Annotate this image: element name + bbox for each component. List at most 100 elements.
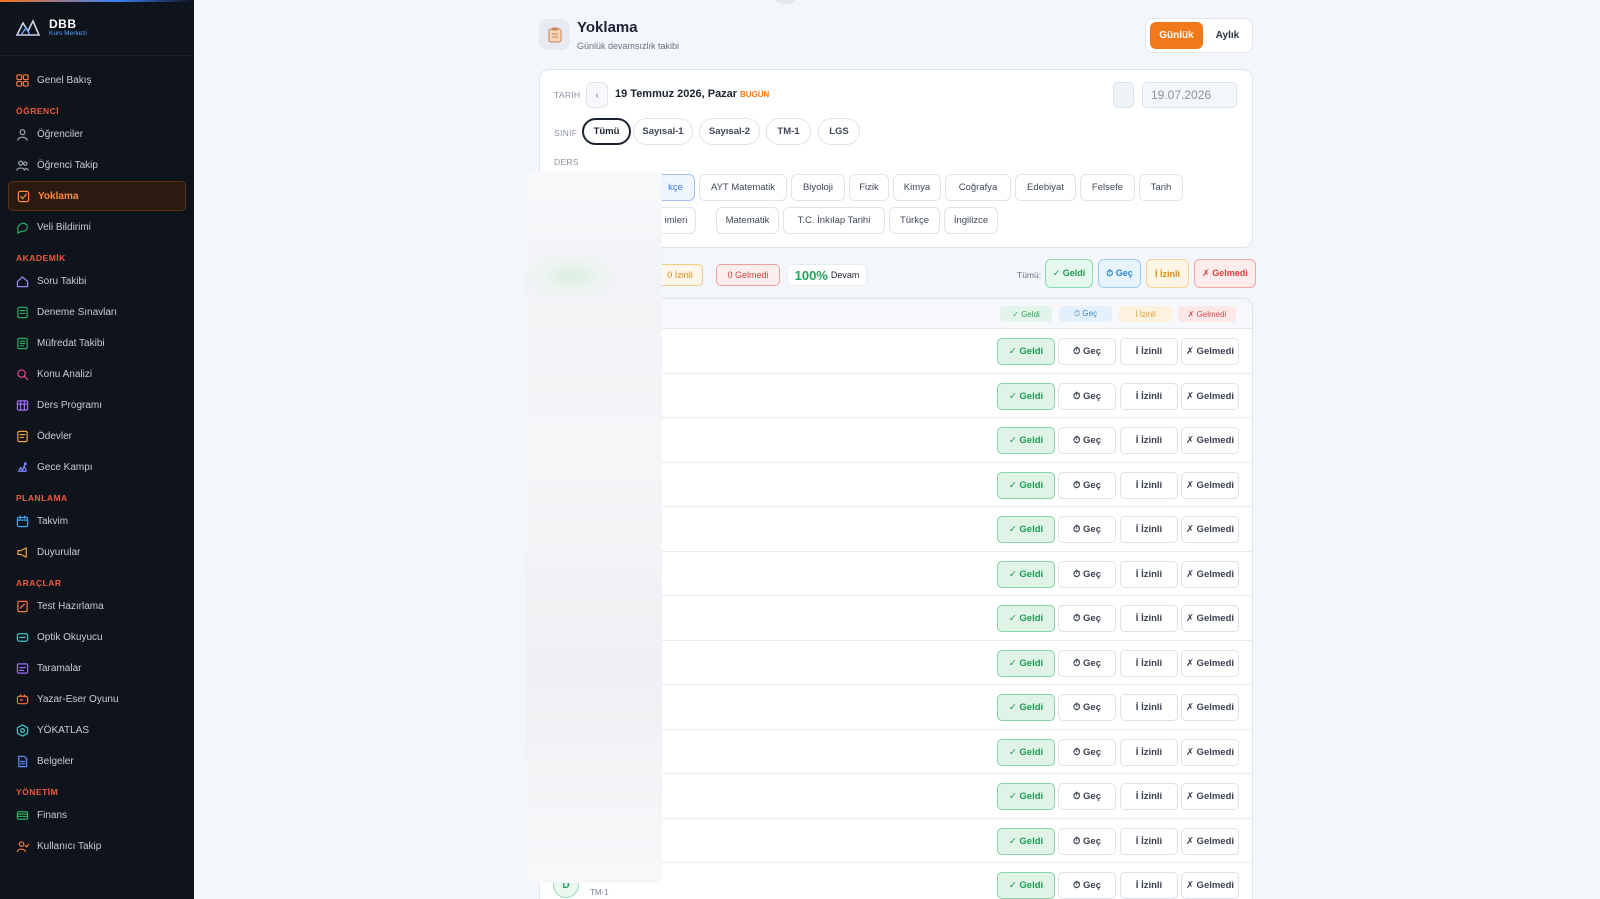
- sidebar-item[interactable]: Genel Bakış: [8, 65, 186, 95]
- gec-button[interactable]: ⏱ Geç: [1058, 694, 1116, 721]
- izinli-button[interactable]: İ İzinli: [1120, 872, 1178, 899]
- izinli-button[interactable]: İ İzinli: [1120, 827, 1178, 855]
- sidebar-item[interactable]: Taramalar: [8, 653, 186, 683]
- izinli-button[interactable]: İ İzinli: [1120, 605, 1178, 632]
- sidebar-item[interactable]: Yoklama: [8, 181, 186, 211]
- course-filter-chip[interactable]: Coğrafya: [945, 174, 1011, 201]
- izinli-button[interactable]: İ İzinli: [1120, 649, 1178, 677]
- gec-button[interactable]: ⏱ Geç: [1058, 783, 1116, 810]
- gec-button[interactable]: ⏱ Geç: [1058, 872, 1116, 899]
- geldi-button[interactable]: ✓ Geldi: [997, 338, 1055, 365]
- izinli-button[interactable]: İ İzinli: [1120, 560, 1178, 588]
- sidebar-item[interactable]: Veli Bildirimi: [8, 212, 186, 242]
- gelmedi-button[interactable]: ✗ Gelmedi: [1181, 471, 1239, 499]
- course-filter-chip[interactable]: İngilizce: [944, 207, 998, 234]
- course-filter-chip[interactable]: Edebiyat: [1015, 174, 1076, 201]
- gec-button[interactable]: ⏱ Geç: [1058, 827, 1116, 855]
- course-filter-chip[interactable]: Fizik: [849, 174, 889, 201]
- daily-view-button[interactable]: Günlük: [1150, 22, 1203, 49]
- sidebar-item[interactable]: Soru Takibi: [8, 266, 186, 296]
- geldi-button[interactable]: ✓ Geldi: [997, 471, 1055, 499]
- class-filter-chip[interactable]: LGS: [818, 118, 860, 145]
- sidebar-item[interactable]: Müfredat Takibi: [8, 328, 186, 358]
- gelmedi-button[interactable]: ✗ Gelmedi: [1181, 738, 1239, 766]
- geldi-button[interactable]: ✓ Geldi: [997, 560, 1055, 588]
- geldi-button[interactable]: ✓ Geldi: [997, 872, 1055, 899]
- class-filter-chip[interactable]: Tümü: [582, 118, 631, 145]
- izinli-button[interactable]: İ İzinli: [1120, 783, 1178, 810]
- geldi-button[interactable]: ✓ Geldi: [997, 382, 1055, 410]
- gec-button[interactable]: ⏱ Geç: [1058, 427, 1116, 454]
- gelmedi-button[interactable]: ✗ Gelmedi: [1181, 427, 1239, 454]
- izinli-button[interactable]: İ İzinli: [1120, 516, 1178, 543]
- izinli-button[interactable]: İ İzinli: [1120, 382, 1178, 410]
- sidebar-item[interactable]: Deneme Sınavları: [8, 297, 186, 327]
- sidebar-item[interactable]: Gece Kampı: [8, 452, 186, 482]
- geldi-button[interactable]: ✓ Geldi: [997, 694, 1055, 721]
- monthly-view-button[interactable]: Aylık: [1207, 22, 1248, 49]
- course-filter-chip[interactable]: Türkçe: [889, 207, 940, 234]
- bulk-izinli-button[interactable]: İ İzinli: [1146, 259, 1189, 288]
- geldi-button[interactable]: ✓ Geldi: [997, 605, 1055, 632]
- gelmedi-button[interactable]: ✗ Gelmedi: [1181, 560, 1239, 588]
- gec-button[interactable]: ⏱ Geç: [1058, 382, 1116, 410]
- sidebar-item[interactable]: Öğrenciler: [8, 119, 186, 149]
- bulk-gelmedi-button[interactable]: ✗ Gelmedi: [1194, 259, 1256, 288]
- gelmedi-button[interactable]: ✗ Gelmedi: [1181, 694, 1239, 721]
- bulk-geldi-button[interactable]: ✓ Geldi: [1045, 259, 1093, 288]
- sidebar-item[interactable]: YÖKATLAS: [8, 715, 186, 745]
- sidebar-item[interactable]: Test Hazırlama: [8, 591, 186, 621]
- course-filter-chip[interactable]: Felsefe: [1080, 174, 1135, 201]
- izinli-button[interactable]: İ İzinli: [1120, 471, 1178, 499]
- sidebar-item[interactable]: Takvim: [8, 506, 186, 536]
- sidebar-item[interactable]: Belgeler: [8, 746, 186, 776]
- izinli-button[interactable]: İ İzinli: [1120, 427, 1178, 454]
- calendar-button[interactable]: [1113, 82, 1134, 108]
- sidebar-item[interactable]: Yazar-Eser Oyunu: [8, 684, 186, 714]
- sidebar-item[interactable]: Ders Programı: [8, 390, 186, 420]
- geldi-button[interactable]: ✓ Geldi: [997, 427, 1055, 454]
- gelmedi-button[interactable]: ✗ Gelmedi: [1181, 649, 1239, 677]
- class-filter-chip[interactable]: Sayısal-1: [633, 118, 693, 145]
- course-filter-chip[interactable]: Tarih: [1139, 174, 1183, 201]
- gec-button[interactable]: ⏱ Geç: [1058, 338, 1116, 365]
- gec-button[interactable]: ⏱ Geç: [1058, 738, 1116, 766]
- geldi-button[interactable]: ✓ Geldi: [997, 649, 1055, 677]
- geldi-button[interactable]: ✓ Geldi: [997, 738, 1055, 766]
- geldi-button[interactable]: ✓ Geldi: [997, 827, 1055, 855]
- gec-button[interactable]: ⏱ Geç: [1058, 560, 1116, 588]
- izinli-button[interactable]: İ İzinli: [1120, 738, 1178, 766]
- course-filter-chip[interactable]: Kimya: [893, 174, 941, 201]
- gelmedi-button[interactable]: ✗ Gelmedi: [1181, 605, 1239, 632]
- sidebar-item[interactable]: Optik Okuyucu: [8, 622, 186, 652]
- sidebar-item[interactable]: Kullanıcı Takip: [8, 831, 186, 861]
- gelmedi-button[interactable]: ✗ Gelmedi: [1181, 872, 1239, 899]
- course-filter-chip[interactable]: Biyoloji: [791, 174, 845, 201]
- izinli-button[interactable]: İ İzinli: [1120, 338, 1178, 365]
- class-filter-chip[interactable]: TM-1: [766, 118, 811, 145]
- gelmedi-button[interactable]: ✗ Gelmedi: [1181, 382, 1239, 410]
- course-filter-chip[interactable]: T.C. İnkılap Tarihi: [783, 207, 885, 234]
- course-filter-chip[interactable]: Matematik: [716, 207, 779, 234]
- sidebar-item[interactable]: Öğrenci Takip: [8, 150, 186, 180]
- sidebar-item[interactable]: Finans: [8, 800, 186, 830]
- geldi-button[interactable]: ✓ Geldi: [997, 516, 1055, 543]
- course-filter-chip[interactable]: AYT Matematik: [699, 174, 787, 201]
- bulk-gec-button[interactable]: ⏱ Geç: [1098, 259, 1141, 288]
- sidebar-item[interactable]: Konu Analizi: [8, 359, 186, 389]
- gelmedi-button[interactable]: ✗ Gelmedi: [1181, 827, 1239, 855]
- gelmedi-button[interactable]: ✗ Gelmedi: [1181, 338, 1239, 365]
- geldi-button[interactable]: ✓ Geldi: [997, 783, 1055, 810]
- course-filter-chip[interactable]: imleri: [656, 207, 696, 234]
- date-input[interactable]: [1142, 82, 1237, 108]
- previous-day-button[interactable]: ‹: [586, 82, 608, 108]
- sidebar-item[interactable]: Duyurular: [8, 537, 186, 567]
- gec-button[interactable]: ⏱ Geç: [1058, 649, 1116, 677]
- izinli-button[interactable]: İ İzinli: [1120, 694, 1178, 721]
- class-filter-chip[interactable]: Sayısal-2: [699, 118, 760, 145]
- gec-button[interactable]: ⏱ Geç: [1058, 605, 1116, 632]
- gec-button[interactable]: ⏱ Geç: [1058, 516, 1116, 543]
- gelmedi-button[interactable]: ✗ Gelmedi: [1181, 516, 1239, 543]
- gec-button[interactable]: ⏱ Geç: [1058, 471, 1116, 499]
- gelmedi-button[interactable]: ✗ Gelmedi: [1181, 783, 1239, 810]
